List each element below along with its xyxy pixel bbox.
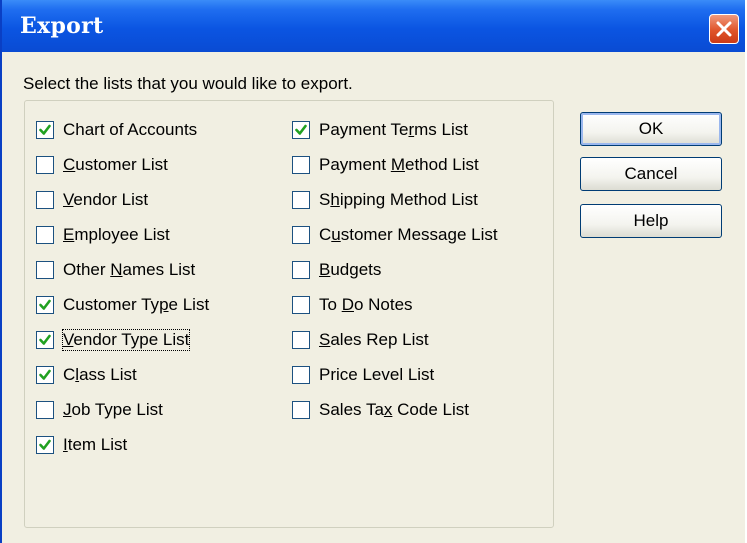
checkbox-box[interactable] [36, 226, 54, 244]
checkbox-customer-list[interactable]: Customer List [36, 153, 168, 177]
checkbox-price-level-list[interactable]: Price Level List [292, 363, 434, 387]
checkmark-icon [39, 124, 51, 135]
checkbox-employee-list[interactable]: Employee List [36, 223, 170, 247]
checkbox-box[interactable] [292, 191, 310, 209]
checkbox-label: Class List [63, 365, 137, 384]
checkbox-label: Other Names List [63, 260, 196, 279]
checkbox-box[interactable] [36, 331, 54, 349]
checkbox-box[interactable] [292, 156, 310, 174]
checkbox-label: Vendor Type List [61, 329, 191, 351]
checkbox-box[interactable] [292, 366, 310, 384]
checkbox-payment-method-list[interactable]: Payment Method List [292, 153, 479, 177]
checkbox-sales-rep-list[interactable]: Sales Rep List [292, 328, 429, 352]
ok-button[interactable]: OK [580, 112, 722, 146]
checkbox-label: Sales Rep List [319, 330, 429, 349]
checkbox-box[interactable] [292, 261, 310, 279]
cancel-button[interactable]: Cancel [580, 157, 722, 191]
checkmark-icon [39, 299, 51, 310]
checkbox-shipping-method-list[interactable]: Shipping Method List [292, 188, 478, 212]
checkbox-label: Vendor List [63, 190, 149, 209]
checkbox-box[interactable] [292, 296, 310, 314]
checkbox-box[interactable] [36, 436, 54, 454]
dialog-title: Export [20, 13, 104, 39]
checkmark-icon [295, 124, 307, 135]
checkbox-box[interactable] [292, 121, 310, 139]
close-icon [716, 21, 732, 37]
checkmark-icon [39, 334, 51, 345]
checkbox-label: To Do Notes [319, 295, 413, 314]
checkbox-label: Customer List [63, 155, 168, 174]
checkbox-box[interactable] [292, 226, 310, 244]
checkbox-customer-type-list[interactable]: Customer Type List [36, 293, 209, 317]
checkbox-label: Customer Type List [63, 295, 210, 314]
checkbox-class-list[interactable]: Class List [36, 363, 137, 387]
checkbox-box[interactable] [36, 121, 54, 139]
title-bar[interactable]: Export [2, 0, 745, 52]
checkbox-label: Payment Method List [319, 155, 479, 174]
checkbox-item-list[interactable]: Item List [36, 433, 127, 457]
checkbox-vendor-list[interactable]: Vendor List [36, 188, 148, 212]
instruction-text: Select the lists that you would like to … [23, 74, 353, 93]
checkbox-label: Item List [63, 435, 128, 454]
checkbox-label: Budgets [319, 260, 382, 279]
checkbox-label: Sales Tax Code List [319, 400, 469, 419]
checkbox-box[interactable] [36, 296, 54, 314]
checkbox-vendor-type-list[interactable]: Vendor Type List [36, 328, 191, 352]
checkbox-payment-terms-list[interactable]: Payment Terms List [292, 118, 468, 142]
checkbox-box[interactable] [292, 401, 310, 419]
checkbox-label: Payment Terms List [319, 120, 468, 139]
checkbox-box[interactable] [36, 261, 54, 279]
checkbox-box[interactable] [36, 156, 54, 174]
checkbox-box[interactable] [292, 331, 310, 349]
checkmark-icon [39, 439, 51, 450]
checkbox-chart-of-accounts[interactable]: Chart of Accounts [36, 118, 197, 142]
checkbox-other-names-list[interactable]: Other Names List [36, 258, 195, 282]
checkbox-customer-message-list[interactable]: Customer Message List [292, 223, 498, 247]
close-button[interactable] [709, 14, 739, 44]
checkbox-label: Employee List [63, 225, 170, 244]
checkbox-to-do-notes[interactable]: To Do Notes [292, 293, 413, 317]
checkmark-icon [39, 369, 51, 380]
checkbox-label: Job Type List [63, 400, 163, 419]
checkbox-label: Price Level List [319, 365, 435, 384]
checkbox-box[interactable] [36, 401, 54, 419]
export-dialog: Export Select the lists that you would l… [0, 0, 745, 543]
checkbox-label: Customer Message List [319, 225, 498, 244]
checkbox-budgets[interactable]: Budgets [292, 258, 381, 282]
help-button[interactable]: Help [580, 204, 722, 238]
checkbox-sales-tax-code-list[interactable]: Sales Tax Code List [292, 398, 469, 422]
checkbox-box[interactable] [36, 366, 54, 384]
checkbox-label: Shipping Method List [319, 190, 478, 209]
checkbox-label: Chart of Accounts [63, 120, 198, 139]
checkbox-box[interactable] [36, 191, 54, 209]
checkbox-job-type-list[interactable]: Job Type List [36, 398, 163, 422]
